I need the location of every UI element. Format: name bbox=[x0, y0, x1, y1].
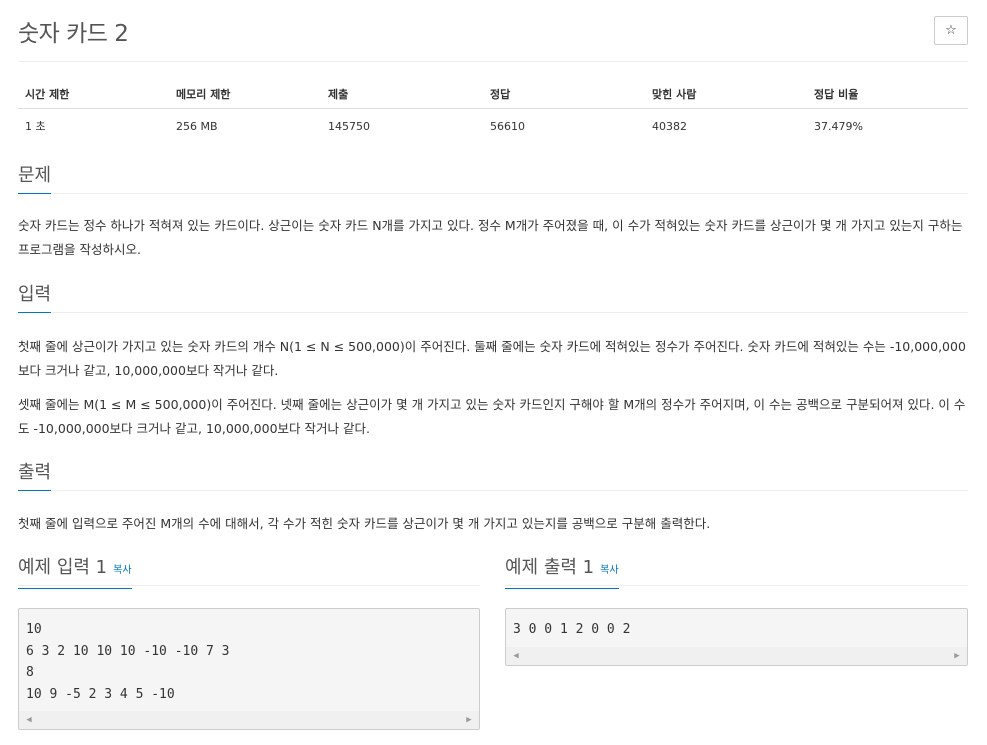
title-divider bbox=[18, 61, 968, 62]
header-accept-ratio: 정답 비율 bbox=[807, 82, 968, 109]
value-submissions: 145750 bbox=[328, 119, 370, 133]
header-time-limit: 시간 제한 bbox=[18, 82, 169, 109]
header-submissions: 제출 bbox=[321, 82, 483, 109]
info-header-row: 시간 제한 메모리 제한 제출 정답 맞힌 사람 정답 비율 bbox=[18, 82, 968, 109]
output-section-header: 출력 bbox=[18, 461, 968, 491]
star-icon: ☆ bbox=[945, 23, 957, 38]
sample-input-title-wrap: 예제 입력 1 복사 bbox=[18, 556, 132, 589]
value-time-limit: 1 초 bbox=[25, 120, 46, 133]
header-solved-users: 맞힌 사람 bbox=[645, 82, 807, 109]
input-section-header: 입력 bbox=[18, 283, 968, 313]
problem-title: 숫자 카드 2 bbox=[18, 21, 129, 47]
sample-input-scrollbar[interactable]: ◀ ▶ bbox=[19, 711, 479, 729]
info-value-row: 1 초 256 MB 145750 56610 40382 37.479% bbox=[18, 109, 968, 144]
problem-section-title: 문제 bbox=[18, 164, 52, 194]
scroll-right-icon[interactable]: ▶ bbox=[949, 647, 965, 665]
problem-section-header: 문제 bbox=[18, 164, 968, 194]
sample-input-box[interactable]: 10 6 3 2 10 10 10 -10 -10 7 3 8 10 9 -5 … bbox=[18, 608, 480, 730]
value-accepted: 56610 bbox=[490, 119, 525, 133]
sample-output-content: 3 0 0 1 2 0 0 2 bbox=[513, 622, 631, 637]
sample-output-header: 예제 출력 1 복사 bbox=[505, 556, 968, 589]
sample-input-title: 예제 입력 1 bbox=[18, 557, 108, 578]
sample-output-box[interactable]: 3 0 0 1 2 0 0 2 ◀ ▶ bbox=[505, 608, 968, 666]
scroll-right-icon[interactable]: ▶ bbox=[461, 711, 477, 729]
sample-input-content: 10 6 3 2 10 10 10 -10 -10 7 3 8 10 9 -5 … bbox=[26, 622, 230, 702]
input-description-2: 셋째 줄에는 M(1 ≤ M ≤ 500,000)이 주어진다. 넷째 줄에는 … bbox=[18, 397, 966, 436]
problem-info-table: 시간 제한 메모리 제한 제출 정답 맞힌 사람 정답 비율 1 초 256 M… bbox=[18, 82, 968, 143]
header-memory-limit: 메모리 제한 bbox=[169, 82, 321, 109]
value-memory-limit: 256 MB bbox=[176, 119, 218, 133]
copy-sample-output-link[interactable]: 복사 bbox=[600, 565, 618, 576]
sample-input-header: 예제 입력 1 복사 bbox=[18, 556, 480, 589]
scroll-left-icon[interactable]: ◀ bbox=[508, 647, 524, 665]
input-section-title: 입력 bbox=[18, 283, 52, 313]
input-description-1: 첫째 줄에 상근이가 가지고 있는 숫자 카드의 개수 N(1 ≤ N ≤ 50… bbox=[18, 339, 966, 378]
value-solved-users: 40382 bbox=[652, 119, 687, 133]
sample-output-scrollbar[interactable]: ◀ ▶ bbox=[506, 647, 967, 665]
header-accepted: 정답 bbox=[483, 82, 645, 109]
output-description: 첫째 줄에 입력으로 주어진 M개의 수에 대해서, 각 수가 적힌 숫자 카드… bbox=[18, 516, 711, 531]
problem-description: 숫자 카드는 정수 하나가 적혀져 있는 카드이다. 상근이는 숫자 카드 N개… bbox=[18, 218, 963, 257]
value-accept-ratio: 37.479% bbox=[814, 119, 863, 133]
copy-sample-input-link[interactable]: 복사 bbox=[113, 565, 131, 576]
star-button[interactable]: ☆ bbox=[934, 16, 968, 45]
output-section-title: 출력 bbox=[18, 461, 52, 491]
sample-output-title-wrap: 예제 출력 1 복사 bbox=[505, 556, 619, 589]
sample-output-title: 예제 출력 1 bbox=[505, 557, 595, 578]
scroll-left-icon[interactable]: ◀ bbox=[21, 711, 37, 729]
